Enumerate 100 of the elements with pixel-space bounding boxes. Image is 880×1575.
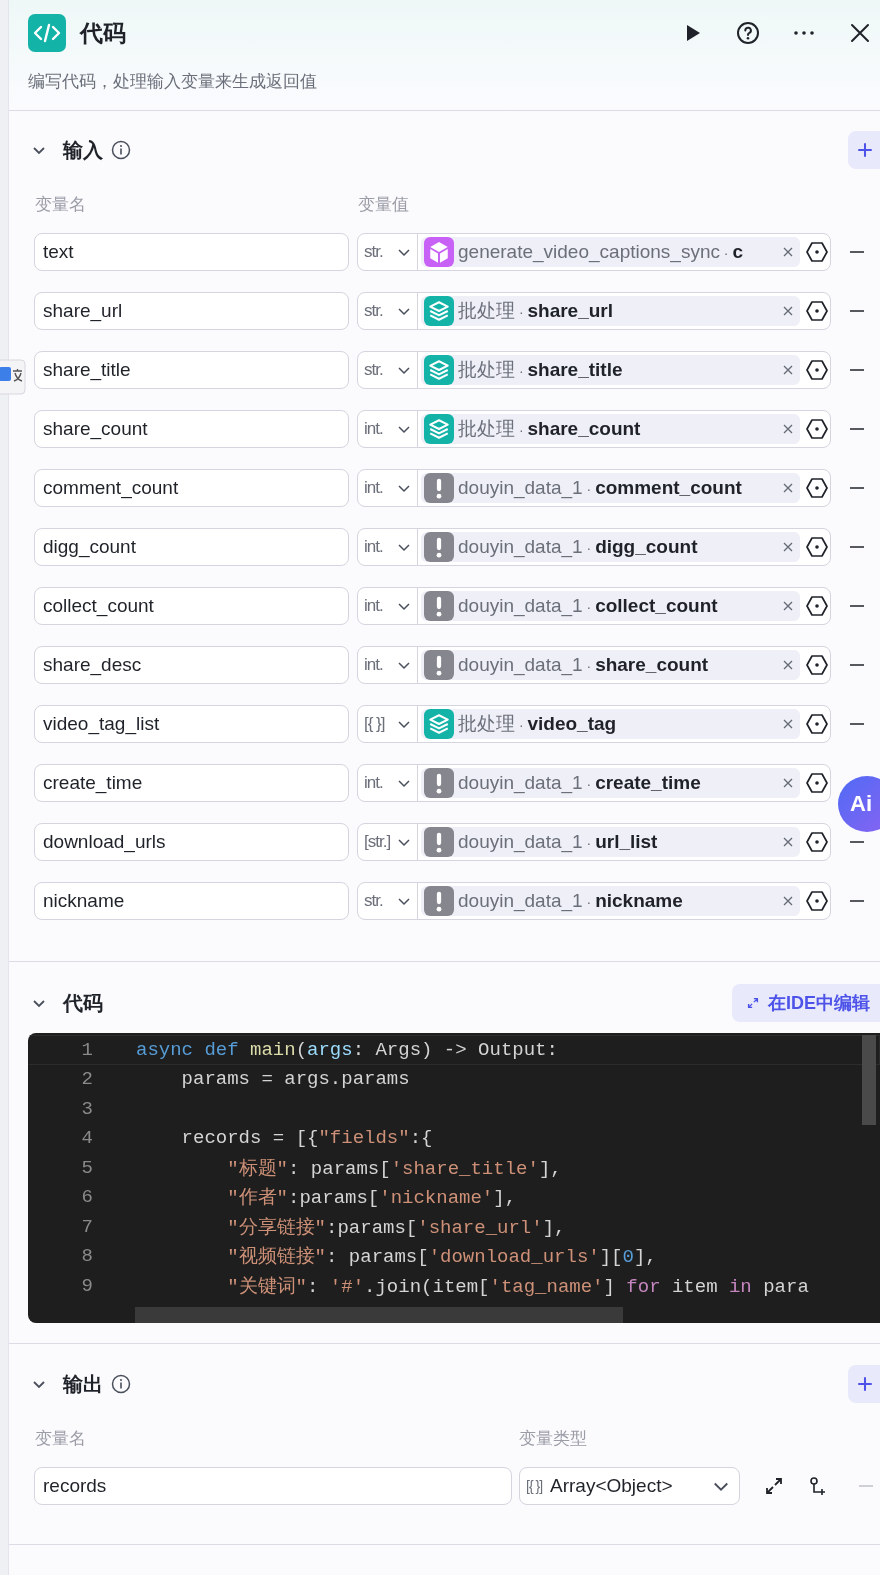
variable-picker-icon[interactable]	[805, 653, 829, 677]
variable-name-field[interactable]: text	[34, 233, 349, 271]
variable-picker-icon[interactable]	[805, 417, 829, 441]
reference-tag[interactable]: douyin_data_1 · digg_count	[421, 532, 800, 562]
type-select[interactable]: [{ }] Array<Object>	[519, 1467, 740, 1505]
reference-tag[interactable]: douyin_data_1 · nickname	[421, 886, 800, 916]
variable-picker-icon[interactable]	[805, 712, 829, 736]
exclamation-icon	[424, 827, 454, 857]
scrollbar[interactable]	[862, 1035, 876, 1125]
type-select[interactable]: str.	[358, 234, 418, 270]
type-select[interactable]: int.	[358, 470, 418, 506]
variable-picker-icon[interactable]	[805, 594, 829, 618]
variable-picker-icon[interactable]	[805, 830, 829, 854]
code-line: async def main(args: Args) -> Output:	[136, 1038, 558, 1061]
variable-value-field[interactable]: int. douyin_data_1 · collect_count	[357, 587, 831, 625]
variable-name-field[interactable]: video_tag_list	[34, 705, 349, 743]
layers-icon	[424, 355, 454, 385]
variable-name-field[interactable]: nickname	[34, 882, 349, 920]
close-icon[interactable]	[848, 21, 872, 45]
variable-value-field[interactable]: str. 批处理 · share_url	[357, 292, 831, 330]
reference-tag[interactable]: douyin_data_1 · share_count	[421, 650, 800, 680]
variable-picker-icon[interactable]	[805, 240, 829, 264]
add-child-icon[interactable]	[808, 1476, 828, 1496]
section-title: 输入	[63, 137, 103, 163]
reference-tag[interactable]: 批处理 · share_count	[421, 414, 800, 444]
reference-tag[interactable]: douyin_data_1 · create_time	[421, 768, 800, 798]
code-line: "作者":params['nickname'],	[226, 1186, 517, 1211]
layers-icon	[424, 709, 454, 739]
variable-value-field[interactable]: str. douyin_data_1 · nickname	[357, 882, 831, 920]
edit-in-ide-button[interactable]: 在IDE中编辑	[732, 984, 880, 1022]
translate-icon[interactable]	[0, 358, 26, 396]
variable-picker-icon[interactable]	[805, 299, 829, 323]
variable-picker-icon[interactable]	[805, 476, 829, 500]
type-select[interactable]: [str.]	[358, 824, 418, 860]
variable-name-field[interactable]: share_url	[34, 292, 349, 330]
type-select[interactable]: int.	[358, 588, 418, 624]
type-select[interactable]: int.	[358, 647, 418, 683]
line-number: 1	[80, 1038, 93, 1061]
panel-description: 编写代码，处理输入变量来生成返回值	[28, 71, 318, 93]
expand-icon	[746, 996, 760, 1010]
add-button[interactable]	[848, 1365, 880, 1403]
variable-picker-icon[interactable]	[805, 771, 829, 795]
expand-icon[interactable]	[764, 1476, 784, 1496]
variable-name-field[interactable]: collect_count	[34, 587, 349, 625]
line-number: 8	[80, 1245, 93, 1268]
code-line: "分享链接":params['share_url'],	[226, 1215, 566, 1240]
column-label: 变量类型	[519, 1427, 587, 1450]
variable-value-field[interactable]: int. 批处理 · share_count	[357, 410, 831, 448]
reference-tag[interactable]: douyin_data_1 · collect_count	[421, 591, 800, 621]
variable-name-field[interactable]: share_desc	[34, 646, 349, 684]
exclamation-icon	[424, 473, 454, 503]
variable-value-field[interactable]: int. douyin_data_1 · digg_count	[357, 528, 831, 566]
reference-tag[interactable]: generate_video_captions_sync · c	[421, 237, 800, 267]
code-line: params = args.params	[180, 1068, 410, 1091]
variable-name-field[interactable]: share_title	[34, 351, 349, 389]
variable-name-field[interactable]: comment_count	[34, 469, 349, 507]
reference-tag[interactable]: douyin_data_1 · url_list	[421, 827, 800, 857]
type-select[interactable]: int.	[358, 529, 418, 565]
variable-picker-icon[interactable]	[805, 358, 829, 382]
column-label: 变量值	[358, 193, 409, 216]
variable-picker-icon[interactable]	[805, 889, 829, 913]
type-select[interactable]: str.	[358, 883, 418, 919]
scrollbar[interactable]	[135, 1307, 623, 1323]
type-select[interactable]: str.	[358, 352, 418, 388]
code-icon	[28, 14, 66, 52]
line-number: 3	[80, 1097, 93, 1120]
variable-value-field[interactable]: int. douyin_data_1 · create_time	[357, 764, 831, 802]
variable-value-field[interactable]: str. 批处理 · share_title	[357, 351, 831, 389]
line-number: 5	[80, 1156, 93, 1179]
reference-tag[interactable]: 批处理 · video_tag	[421, 709, 800, 739]
variable-value-field[interactable]: [str.] douyin_data_1 · url_list	[357, 823, 831, 861]
help-icon[interactable]	[736, 21, 760, 45]
type-select[interactable]: [{ }]	[358, 706, 418, 742]
type-select[interactable]: int.	[358, 765, 418, 801]
exclamation-icon	[424, 886, 454, 916]
layers-icon	[424, 414, 454, 444]
add-button[interactable]	[848, 131, 880, 169]
reference-tag[interactable]: douyin_data_1 · comment_count	[421, 473, 800, 503]
line-number: 6	[80, 1186, 93, 1209]
variable-name-field[interactable]: records	[34, 1467, 512, 1505]
variable-name-field[interactable]: create_time	[34, 764, 349, 802]
reference-tag[interactable]: 批处理 · share_url	[421, 296, 800, 326]
info-icon	[111, 1374, 131, 1394]
variable-value-field[interactable]: str. generate_video_captions_sync · c	[357, 233, 831, 271]
type-select[interactable]: str.	[358, 293, 418, 329]
type-select[interactable]: int.	[358, 411, 418, 447]
reference-tag[interactable]: 批处理 · share_title	[421, 355, 800, 385]
variable-value-field[interactable]: int. douyin_data_1 · share_count	[357, 646, 831, 684]
line-number: 9	[80, 1274, 93, 1297]
variable-name-field[interactable]: download_urls	[34, 823, 349, 861]
plus-icon	[856, 1375, 874, 1393]
variable-name-field[interactable]: digg_count	[34, 528, 349, 566]
variable-value-field[interactable]: [{ }] 批处理 · video_tag	[357, 705, 831, 743]
exclamation-icon	[424, 650, 454, 680]
variable-value-field[interactable]: int. douyin_data_1 · comment_count	[357, 469, 831, 507]
column-label: 变量名	[35, 193, 87, 216]
variable-name-field[interactable]: share_count	[34, 410, 349, 448]
panel-title: 代码	[80, 18, 126, 48]
variable-picker-icon[interactable]	[805, 535, 829, 559]
code-editor[interactable]	[28, 1033, 880, 1323]
